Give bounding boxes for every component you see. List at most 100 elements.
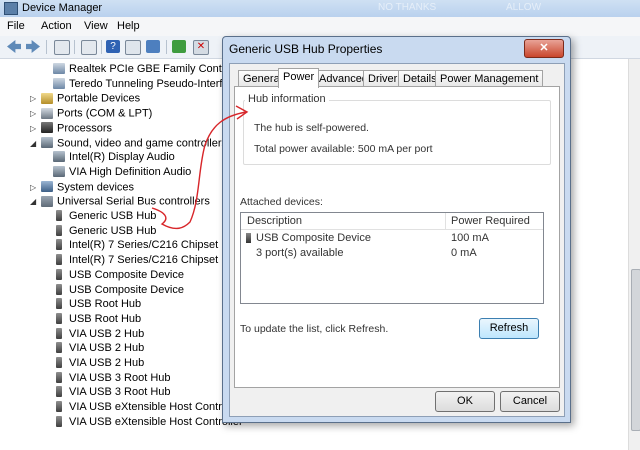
usb-plug-icon — [56, 283, 62, 295]
tree-node-label: USB Root Hub — [69, 298, 142, 311]
tree-node[interactable]: Intel(R) Display Audio — [42, 150, 175, 165]
expand-toggle-icon[interactable]: ◢ — [30, 194, 38, 209]
power-tab-panel: Hub information The hub is self-powered.… — [234, 86, 560, 388]
expand-toggle-icon[interactable]: ▷ — [30, 106, 38, 121]
column-description[interactable]: Description — [247, 215, 302, 227]
expand-toggle-icon[interactable]: ▷ — [30, 121, 38, 136]
tree-node[interactable]: USB Root Hub — [42, 297, 141, 312]
tree-node-label: System devices — [57, 181, 135, 193]
tree-node-label: USB Root Hub — [69, 312, 142, 325]
forward-icon[interactable] — [26, 40, 40, 53]
close-icon[interactable]: ✕ — [524, 39, 564, 58]
tree-node[interactable]: VIA USB 2 Hub — [42, 341, 144, 356]
menu-file[interactable]: File — [7, 20, 25, 32]
device-description: USB Composite Device — [256, 232, 371, 244]
list-item[interactable]: USB Composite Device 100 mA — [241, 231, 543, 246]
tree-node[interactable]: ▷ Ports (COM & LPT) — [30, 106, 152, 121]
help-icon[interactable]: ? — [106, 40, 120, 53]
back-icon[interactable] — [7, 40, 21, 53]
tree-node-label: VIA USB 3 Root Hub — [69, 371, 171, 384]
tree-node[interactable]: USB Root Hub — [42, 312, 141, 327]
device-manager-titlebar[interactable]: Device Manager NO THANKS ALLOW — [0, 0, 640, 18]
expand-toggle-icon[interactable]: ▷ — [30, 91, 38, 106]
cancel-button[interactable]: Cancel — [500, 391, 560, 412]
list-item[interactable]: 3 port(s) available 0 mA — [241, 246, 543, 261]
device-manager-app-icon — [4, 2, 18, 15]
tree-node[interactable]: Intel(R) 7 Series/C216 Chipset Famil — [42, 253, 248, 268]
tree-node[interactable]: VIA USB eXtensible Host Controller — [42, 400, 243, 415]
tree-node[interactable]: ▷ Portable Devices — [30, 91, 140, 106]
window-title: Device Manager — [22, 2, 103, 14]
tree-node[interactable]: USB Composite Device — [42, 283, 184, 298]
usb-plug-icon — [56, 401, 62, 413]
column-divider[interactable] — [445, 213, 446, 229]
tab-power[interactable]: Power — [278, 68, 320, 88]
scrollbar-thumb[interactable] — [631, 269, 640, 431]
expand-toggle-icon[interactable]: ▷ — [30, 180, 38, 195]
tree-node[interactable]: USB Composite Device — [42, 268, 184, 283]
tree-node[interactable]: Realtek PCIe GBE Family Controller — [42, 62, 246, 77]
device-power: 100 mA — [451, 232, 489, 244]
list-header: Description Power Required — [241, 213, 543, 230]
ok-button[interactable]: OK — [435, 391, 495, 412]
tree-node[interactable]: Generic USB Hub — [42, 209, 156, 224]
menu-action[interactable]: Action — [41, 20, 72, 32]
attached-devices-list[interactable]: Description Power Required USB Composite… — [240, 212, 544, 304]
tree-node[interactable]: VIA USB 3 Root Hub — [42, 385, 171, 400]
usb-plug-icon — [56, 239, 62, 251]
tree-node-label: VIA USB 2 Hub — [69, 357, 145, 369]
usb-controller-icon — [41, 195, 53, 207]
network-adapter-icon — [53, 77, 65, 89]
tree-node[interactable]: Intel(R) 7 Series/C216 Chipset Famil — [42, 238, 248, 253]
total-power-text: Total power available: 500 mA per port — [254, 143, 433, 155]
usb-plug-icon — [56, 415, 62, 427]
tree-node-label: USB Composite Device — [69, 268, 184, 281]
tree-node-label: Sound, video and game controllers — [57, 136, 227, 149]
toolbar-separator — [101, 40, 102, 54]
expand-toggle-icon[interactable]: ◢ — [30, 136, 38, 151]
tree-node[interactable]: ▷ System devices — [30, 180, 134, 195]
usb-plug-icon — [56, 312, 62, 324]
menu-view[interactable]: View — [84, 20, 108, 32]
tree-node-label: VIA USB 2 Hub — [69, 342, 145, 355]
tree-node[interactable]: Generic USB Hub — [42, 224, 156, 239]
network-adapter-icon — [53, 63, 65, 74]
device-description: 3 port(s) available — [256, 247, 344, 259]
self-powered-text: The hub is self-powered. — [254, 122, 369, 134]
speaker-icon — [53, 151, 65, 163]
uninstall-icon[interactable]: ✕ — [193, 40, 209, 55]
usb-plug-icon — [246, 233, 251, 243]
refresh-button[interactable]: Refresh — [479, 318, 539, 339]
tree-node-label: Generic USB Hub — [69, 224, 157, 237]
tree-node-label: Teredo Tunneling Pseudo-Interface — [69, 77, 241, 90]
toolbar-separator — [166, 40, 167, 54]
tree-node[interactable]: ◢ Universal Serial Bus controllers — [30, 194, 210, 209]
properties-icon[interactable] — [54, 40, 70, 55]
tree-node-label: Intel(R) Display Audio — [69, 151, 175, 164]
usb-plug-icon — [56, 342, 62, 354]
tree-node-label: USB Composite Device — [69, 283, 184, 296]
tree-node[interactable]: VIA USB 2 Hub — [42, 356, 144, 371]
tree-node-label: Realtek PCIe GBE Family Controller — [69, 63, 247, 75]
usb-plug-icon — [56, 298, 62, 310]
tree-node[interactable]: Teredo Tunneling Pseudo-Interface — [42, 77, 240, 92]
tree-node[interactable]: VIA USB 3 Root Hub — [42, 371, 171, 386]
menu-bar: File Action View Help — [0, 17, 640, 37]
tree-node[interactable]: VIA USB 2 Hub — [42, 327, 144, 342]
tree-node[interactable]: VIA USB eXtensible Host Controller — [42, 415, 243, 430]
computer-icon[interactable] — [125, 40, 141, 55]
column-power-required[interactable]: Power Required — [451, 215, 530, 227]
tree-node[interactable]: ▷ Processors — [30, 121, 112, 136]
tab-driver[interactable]: Driver — [363, 70, 403, 87]
tree-scrollbar[interactable] — [628, 59, 640, 450]
scan-hardware-icon[interactable] — [146, 40, 160, 53]
tree-node[interactable]: ◢ Sound, video and game controllers — [30, 136, 227, 151]
tree-node[interactable]: VIA High Definition Audio — [42, 165, 191, 180]
tab-power-management[interactable]: Power Management — [435, 70, 544, 87]
tree-node-label: Universal Serial Bus controllers — [57, 195, 210, 208]
menu-help[interactable]: Help — [117, 20, 140, 32]
system-devices-icon — [41, 181, 53, 192]
show-hide-icon[interactable] — [81, 40, 97, 55]
update-driver-icon[interactable] — [172, 40, 186, 53]
tree-node-label: VIA USB 3 Root Hub — [69, 386, 171, 399]
